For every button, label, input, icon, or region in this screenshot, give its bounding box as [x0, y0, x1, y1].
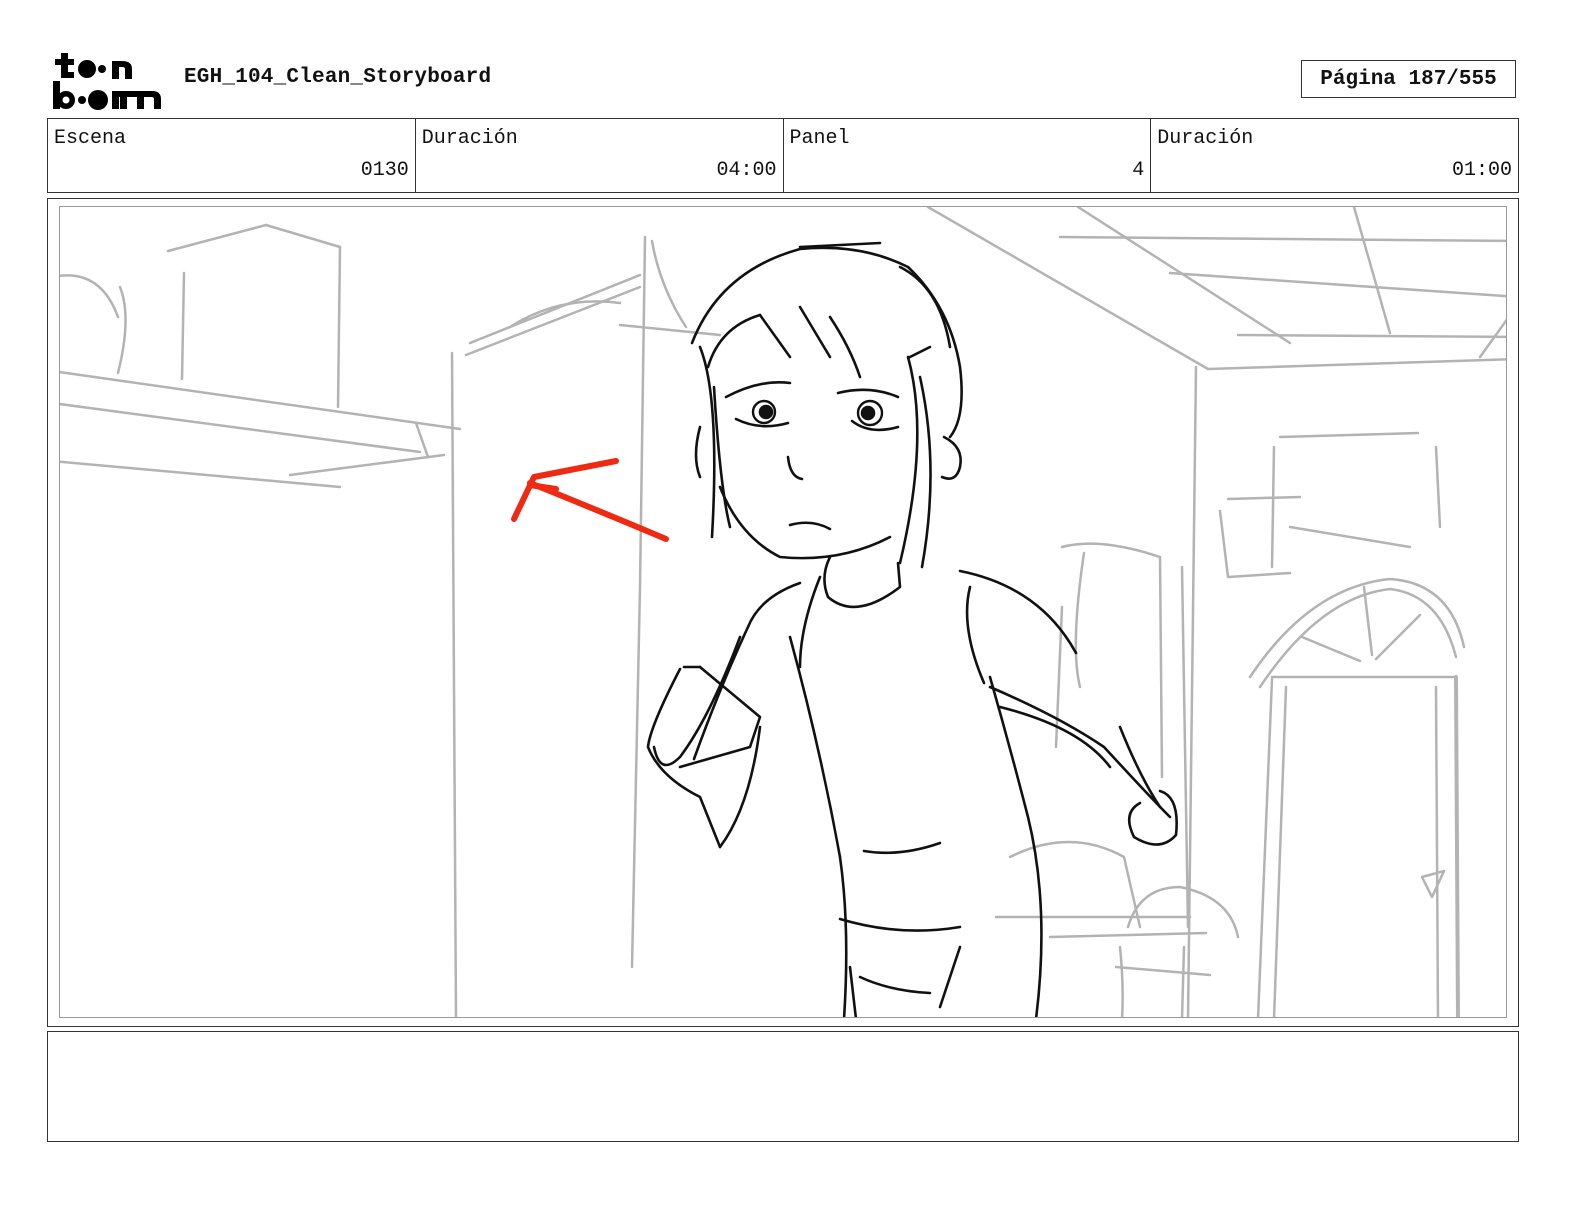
document-title: EGH_104_Clean_Storyboard [184, 66, 492, 89]
scene-label: Escena [54, 127, 127, 150]
storyboard-panel-image [59, 206, 1507, 1018]
storyboard-panel-frame [47, 198, 1519, 1027]
panel-cell: Panel 4 [784, 119, 1152, 192]
character-sketch [646, 241, 1178, 1017]
panel-duration-cell: Duración 01:00 [1151, 119, 1518, 192]
scene-cell: Escena 0130 [48, 119, 416, 192]
scene-duration-value: 04:00 [716, 159, 777, 182]
panel-duration-value: 01:00 [1451, 159, 1512, 182]
background-sketch [60, 207, 1506, 1017]
panel-notes-box [47, 1031, 1519, 1142]
panel-value: 4 [1132, 159, 1145, 182]
scene-duration-label: Duración [421, 127, 518, 150]
toon-boom-logo [52, 50, 164, 112]
page-counter: Página 187/555 [1301, 60, 1516, 98]
scene-duration-cell: Duración 04:00 [416, 119, 784, 192]
panel-label: Panel [789, 127, 850, 150]
panel-duration-label: Duración [1157, 127, 1254, 150]
scene-value: 0130 [360, 159, 409, 182]
direction-arrow [511, 458, 669, 542]
scene-info-table: Escena 0130 Duración 04:00 Panel 4 Durac… [47, 118, 1519, 193]
